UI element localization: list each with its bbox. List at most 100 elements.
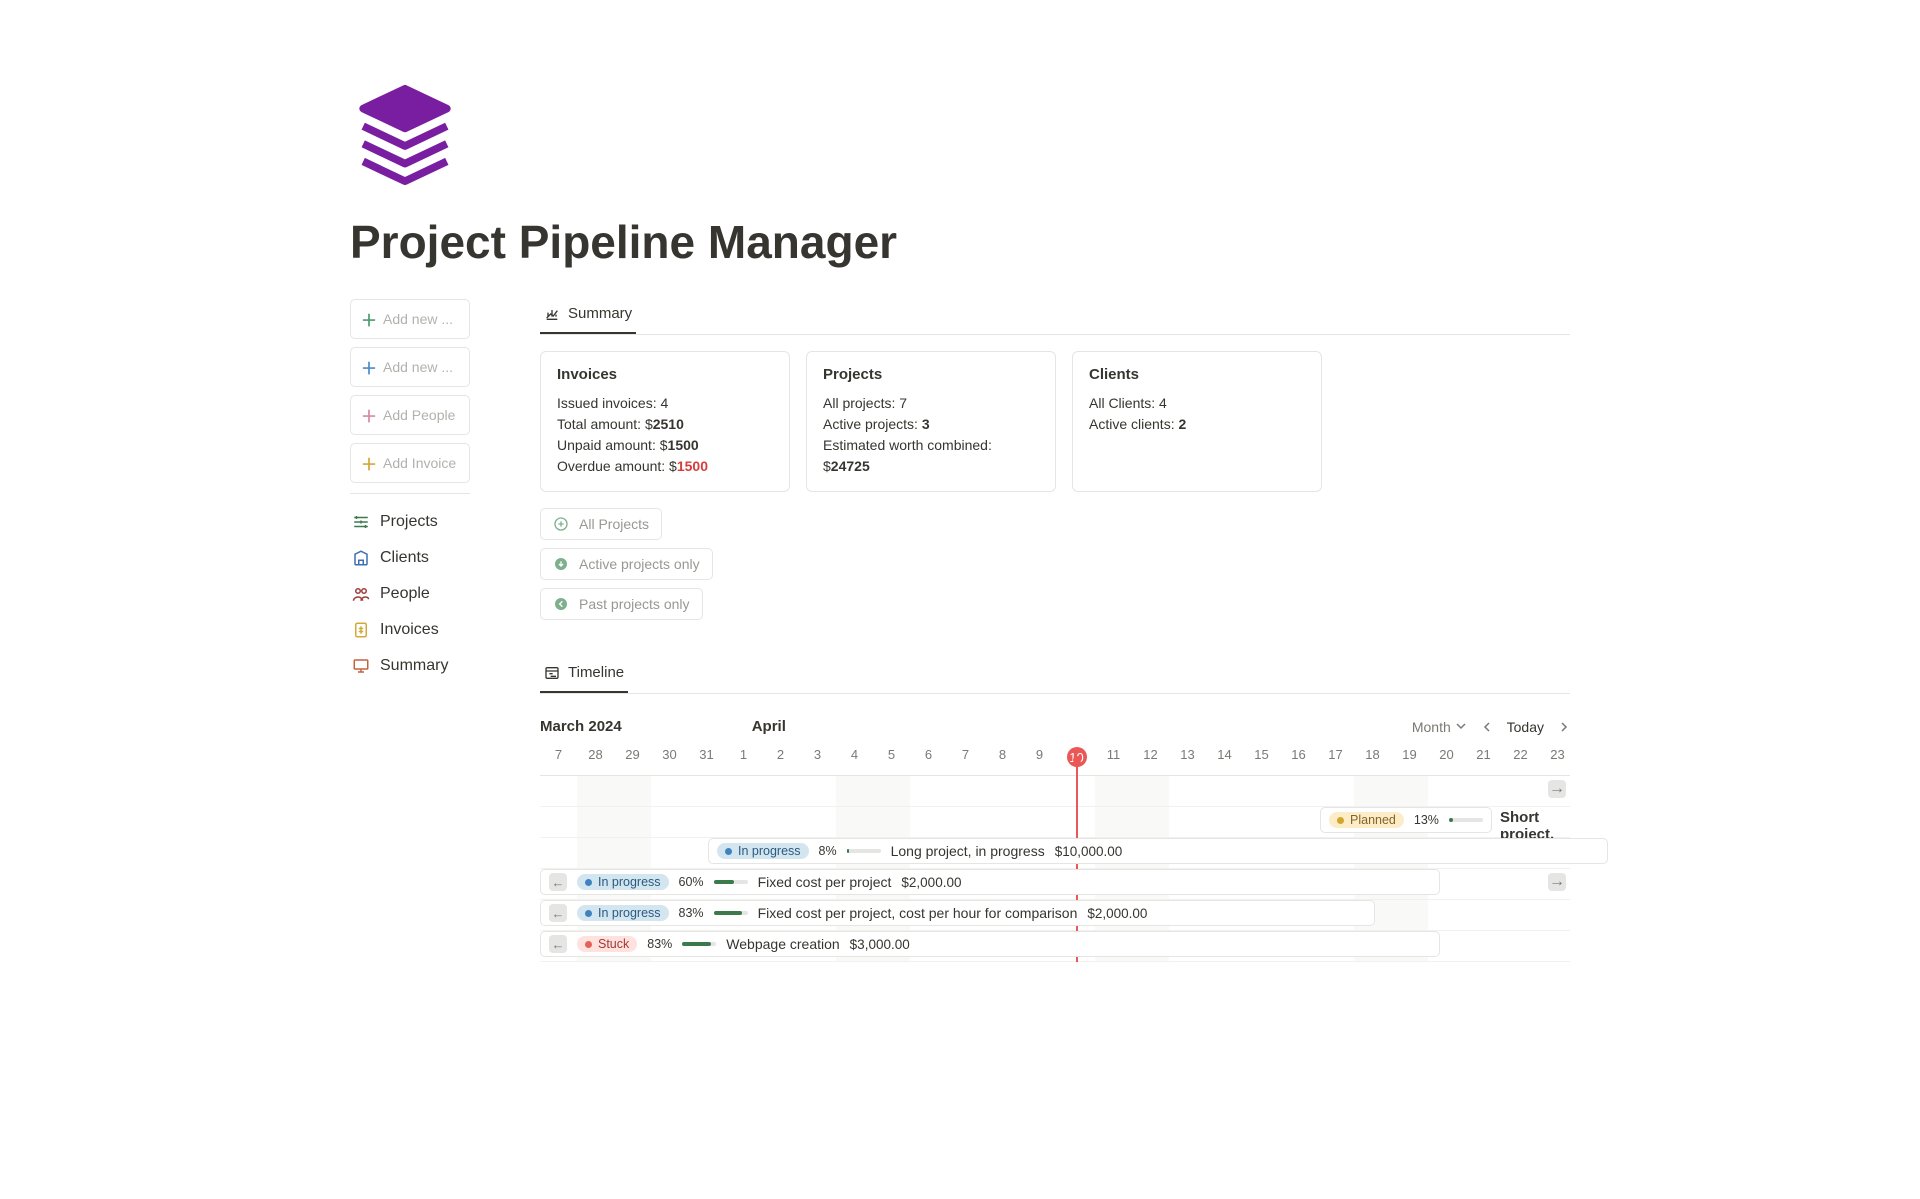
timeline-item[interactable]: ← Stuck 83% Webpage creation $3,000.00 xyxy=(540,931,1440,957)
status-badge: In progress xyxy=(577,905,669,921)
progress-percent: 60% xyxy=(679,875,704,889)
nav-people[interactable]: People xyxy=(350,580,470,608)
card-clients[interactable]: Clients All Clients: 4 Active clients: 2 xyxy=(1072,351,1322,492)
progress-percent: 83% xyxy=(647,937,672,951)
progress-percent: 13% xyxy=(1414,813,1439,827)
project-title: Fixed cost per project xyxy=(758,874,892,890)
progress-percent: 83% xyxy=(679,906,704,920)
card-invoices[interactable]: Invoices Issued invoices: 4 Total amount… xyxy=(540,351,790,492)
filter-active-projects[interactable]: Active projects only xyxy=(540,548,713,580)
tab-summary[interactable]: Summary xyxy=(540,299,636,334)
timeline-row: ← In progress 83% Fixed cost per project, c… xyxy=(540,900,1570,931)
chevron-right-icon[interactable] xyxy=(1558,721,1570,733)
arrow-left-icon: ← xyxy=(549,935,567,953)
timeline-day: 5 xyxy=(873,747,910,767)
timeline-day: 12 xyxy=(1132,747,1169,767)
timeline-day: 1 xyxy=(725,747,762,767)
chart-icon xyxy=(544,306,560,322)
timeline-row: Planned13%Short project, xyxy=(540,807,1570,838)
timeline-day: 6 xyxy=(910,747,947,767)
chevron-down-icon xyxy=(1455,720,1467,732)
tab-timeline[interactable]: Timeline xyxy=(540,658,628,693)
timeline-day: 4 xyxy=(836,747,873,767)
timeline-day: 18 xyxy=(1354,747,1391,767)
timeline-item[interactable]: In progress8%Long project, in progress$1… xyxy=(708,838,1608,864)
page-title: Project Pipeline Manager xyxy=(350,215,1570,269)
project-title: Webpage creation xyxy=(726,936,839,952)
summary-tab-bar: Summary xyxy=(540,299,1570,335)
month-label-2: April xyxy=(752,718,786,735)
card-title: Clients xyxy=(1089,366,1305,383)
projects-icon xyxy=(352,513,370,531)
timeline-day: 15 xyxy=(1243,747,1280,767)
timeline-day: 14 xyxy=(1206,747,1243,767)
status-badge: Stuck xyxy=(577,936,637,952)
timeline-item[interactable]: Planned 13% xyxy=(1320,807,1492,833)
page-icon xyxy=(350,80,1570,195)
progress-bar xyxy=(847,849,881,853)
timeline-row: ← In progress 60% Fixed cost per project $2,… xyxy=(540,869,1570,900)
progress-percent: 8% xyxy=(819,844,837,858)
timeline-day: 7 xyxy=(540,747,577,767)
timeline-day: 16 xyxy=(1280,747,1317,767)
view-selector[interactable]: Month xyxy=(1412,719,1467,735)
today-button[interactable]: Today xyxy=(1507,719,1544,735)
timeline-day: 11 xyxy=(1095,747,1132,767)
timeline-row: ← Stuck 83% Webpage creation $3,000.00 xyxy=(540,931,1570,962)
status-badge: In progress xyxy=(717,843,809,859)
sidebar: ＋Add new ... ＋Add new ... ＋Add People ＋A… xyxy=(350,299,470,962)
timeline-day: 19 xyxy=(1391,747,1428,767)
timeline-day: 28 xyxy=(577,747,614,767)
add-new-button-1[interactable]: ＋Add new ... xyxy=(350,299,470,339)
download-circle-icon xyxy=(553,556,569,572)
status-badge: In progress xyxy=(577,874,669,890)
timeline-day: 3 xyxy=(799,747,836,767)
timeline-day: 23 xyxy=(1539,747,1576,767)
timeline-day: 29 xyxy=(614,747,651,767)
plus-icon: ＋ xyxy=(361,451,375,475)
project-title: Fixed cost per project, cost per hour fo… xyxy=(758,905,1078,921)
arrow-left-icon: ← xyxy=(549,904,567,922)
project-cost: $3,000.00 xyxy=(850,937,910,952)
timeline-day: 31 xyxy=(688,747,725,767)
nav-invoices[interactable]: Invoices xyxy=(350,616,470,644)
timeline-day: 8 xyxy=(984,747,1021,767)
arrow-left-icon: ← xyxy=(549,873,567,891)
timeline-body[interactable]: →Planned13%Short project,In progress8%Lo… xyxy=(540,775,1570,962)
filter-past-projects[interactable]: Past projects only xyxy=(540,588,703,620)
card-title: Projects xyxy=(823,366,1039,383)
nav-summary[interactable]: Summary xyxy=(350,652,470,680)
nav-clients[interactable]: Clients xyxy=(350,544,470,572)
card-title: Invoices xyxy=(557,366,773,383)
add-new-button-2[interactable]: ＋Add new ... xyxy=(350,347,470,387)
progress-bar xyxy=(714,880,748,884)
add-people-button[interactable]: ＋Add People xyxy=(350,395,470,435)
arrow-right-icon[interactable]: → xyxy=(1548,780,1566,798)
timeline-day: 13 xyxy=(1169,747,1206,767)
timeline-tab-bar: Timeline xyxy=(540,658,1570,694)
month-label-1: March 2024 xyxy=(540,718,622,735)
timeline-day: 22 xyxy=(1502,747,1539,767)
add-invoice-button[interactable]: ＋Add Invoice xyxy=(350,443,470,483)
chevron-left-icon[interactable] xyxy=(1481,721,1493,733)
timeline-item[interactable]: ← In progress 83% Fixed cost per project, c… xyxy=(540,900,1375,926)
project-cost: $10,000.00 xyxy=(1055,844,1123,859)
timeline-icon xyxy=(544,665,560,681)
filter-all-projects[interactable]: All Projects xyxy=(540,508,662,540)
timeline-day: 20 xyxy=(1428,747,1465,767)
progress-bar xyxy=(714,911,748,915)
status-badge: Planned xyxy=(1329,812,1404,828)
timeline-day: 17 xyxy=(1317,747,1354,767)
timeline-row: In progress8%Long project, in progress$1… xyxy=(540,838,1570,869)
timeline-item[interactable]: ← In progress 60% Fixed cost per project $2,… xyxy=(540,869,1440,895)
timeline-day: 9 xyxy=(1021,747,1058,767)
nav-projects[interactable]: Projects xyxy=(350,508,470,536)
project-cost: $2,000.00 xyxy=(901,875,961,890)
plus-icon: ＋ xyxy=(361,403,375,427)
arrow-right-icon[interactable]: → xyxy=(1548,873,1566,891)
timeline-day: 2 xyxy=(762,747,799,767)
invoice-icon xyxy=(352,621,370,639)
building-icon xyxy=(352,549,370,567)
card-projects[interactable]: Projects All projects: 7 Active projects… xyxy=(806,351,1056,492)
timeline-day-header: 7282930311234567891011121314151617181920… xyxy=(540,743,1570,775)
